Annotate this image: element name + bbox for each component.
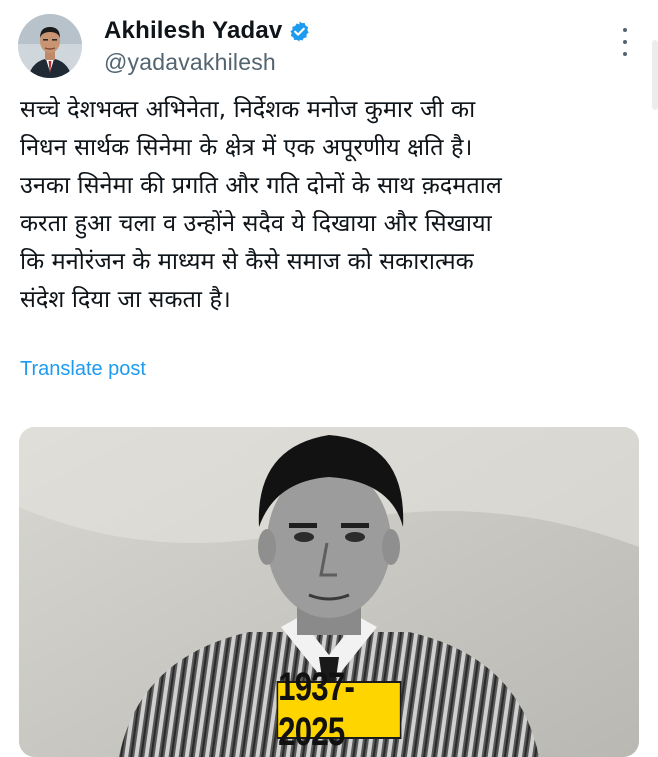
more-dot <box>623 28 627 32</box>
tweet-text-line: सच्चे देशभक्त अभिनेता, निर्देशक मनोज कुम… <box>20 95 476 123</box>
author-avatar[interactable] <box>18 14 82 78</box>
scrollbar[interactable] <box>652 40 658 110</box>
tweet-text-line: उनका सिनेमा की प्रगति और गति दोनों के सा… <box>20 171 502 199</box>
tweet-text-line: निधन सार्थक सिनेमा के क्षेत्र में एक अपू… <box>20 133 473 161</box>
tweet-header: Akhilesh Yadav @yadavakhilesh <box>18 14 638 78</box>
tweet: Akhilesh Yadav @yadavakhilesh सच्चे देशभ… <box>0 0 658 757</box>
author-handle[interactable]: @yadavakhilesh <box>104 49 311 76</box>
more-dot <box>623 40 627 44</box>
name-row: Akhilesh Yadav <box>104 16 311 46</box>
translate-post-link[interactable]: Translate post <box>20 358 146 381</box>
year-badge: 1937-2025 <box>276 665 402 754</box>
tweet-text-line: करता हुआ चला व उन्होंने सदैव ये दिखाया औ… <box>20 209 492 237</box>
post-image[interactable]: 1937-2025 <box>19 427 639 757</box>
tweet-text-line: संदेश दिया जा सकता है। <box>20 285 231 313</box>
tweet-text-line: कि मनोरंजन के माध्यम से कैसे समाज को सका… <box>20 247 474 275</box>
verified-badge-icon <box>288 20 311 43</box>
more-dot <box>623 52 627 56</box>
author-identity: Akhilesh Yadav @yadavakhilesh <box>104 16 311 76</box>
more-options-icon[interactable] <box>618 28 632 56</box>
tweet-text: सच्चे देशभक्त अभिनेता, निर्देशक मनोज कुम… <box>20 90 640 318</box>
author-name[interactable]: Akhilesh Yadav <box>104 17 282 45</box>
